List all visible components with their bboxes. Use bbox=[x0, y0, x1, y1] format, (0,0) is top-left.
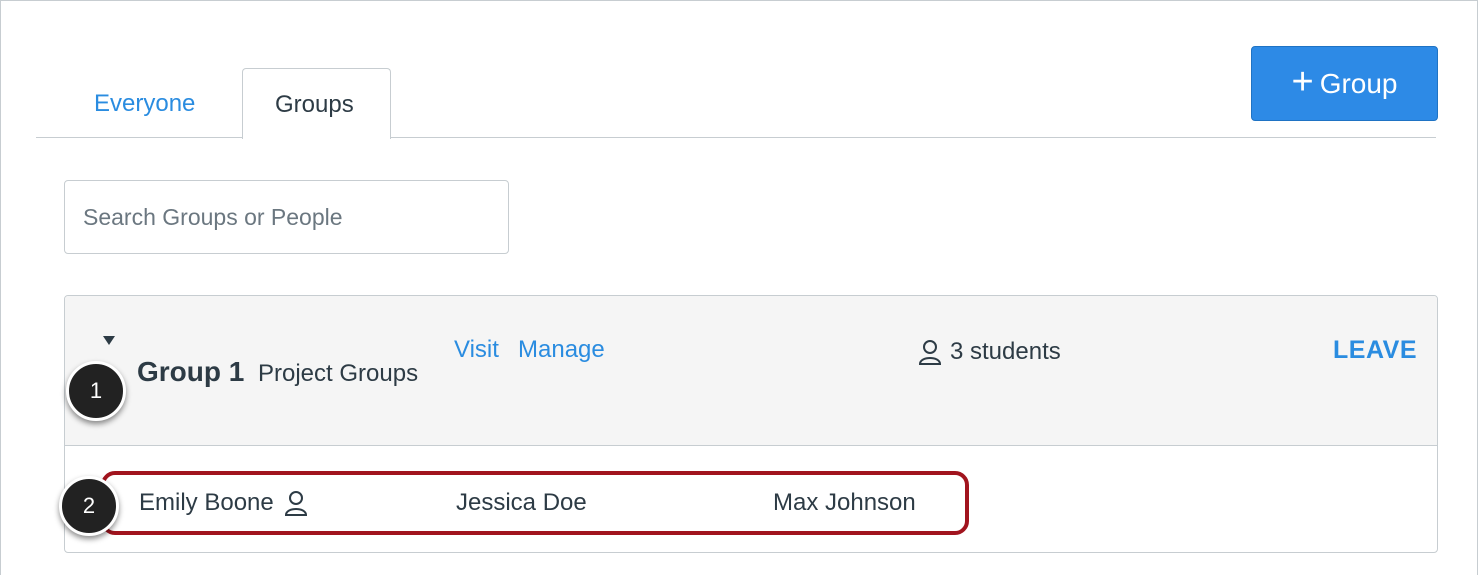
manage-link[interactable]: Manage bbox=[518, 336, 605, 364]
add-group-button[interactable]: + Group bbox=[1251, 46, 1438, 121]
member-name: Emily Boone bbox=[139, 489, 274, 516]
student-count-label: 3 students bbox=[950, 338, 1061, 365]
group-leader-icon bbox=[284, 490, 308, 516]
group-category: Project Groups bbox=[258, 360, 419, 387]
callout-badge-1: 1 bbox=[66, 361, 126, 421]
leave-group-button[interactable]: LEAVE bbox=[1333, 336, 1417, 365]
collapse-caret-icon[interactable] bbox=[103, 336, 115, 345]
group-members-highlight: Emily Boone Jessica Doe Max Johnson bbox=[101, 471, 969, 535]
group-card-header[interactable]: Group 1 Project Groups Visit Manage 3 st… bbox=[65, 296, 1437, 446]
tab-groups[interactable]: Groups bbox=[242, 68, 391, 139]
tab-groups-label: Groups bbox=[275, 91, 354, 118]
callout-badge-2: 2 bbox=[59, 476, 119, 536]
group-card: Group 1 Project Groups Visit Manage 3 st… bbox=[64, 295, 1438, 553]
member-name: Max Johnson bbox=[773, 489, 916, 516]
member-name: Jessica Doe bbox=[456, 489, 587, 516]
search-input[interactable] bbox=[64, 180, 509, 254]
user-icon bbox=[918, 339, 942, 365]
add-group-label: Group bbox=[1319, 67, 1398, 99]
plus-icon: + bbox=[1291, 61, 1314, 103]
visit-link[interactable]: Visit bbox=[454, 336, 499, 364]
list-item: Max Johnson bbox=[773, 489, 916, 517]
student-count: 3 students bbox=[918, 338, 1061, 366]
list-item: Jessica Doe bbox=[456, 489, 587, 517]
list-item: Emily Boone bbox=[139, 489, 308, 517]
tab-everyone[interactable]: Everyone bbox=[94, 90, 195, 118]
group-name: Group 1 bbox=[137, 356, 245, 387]
